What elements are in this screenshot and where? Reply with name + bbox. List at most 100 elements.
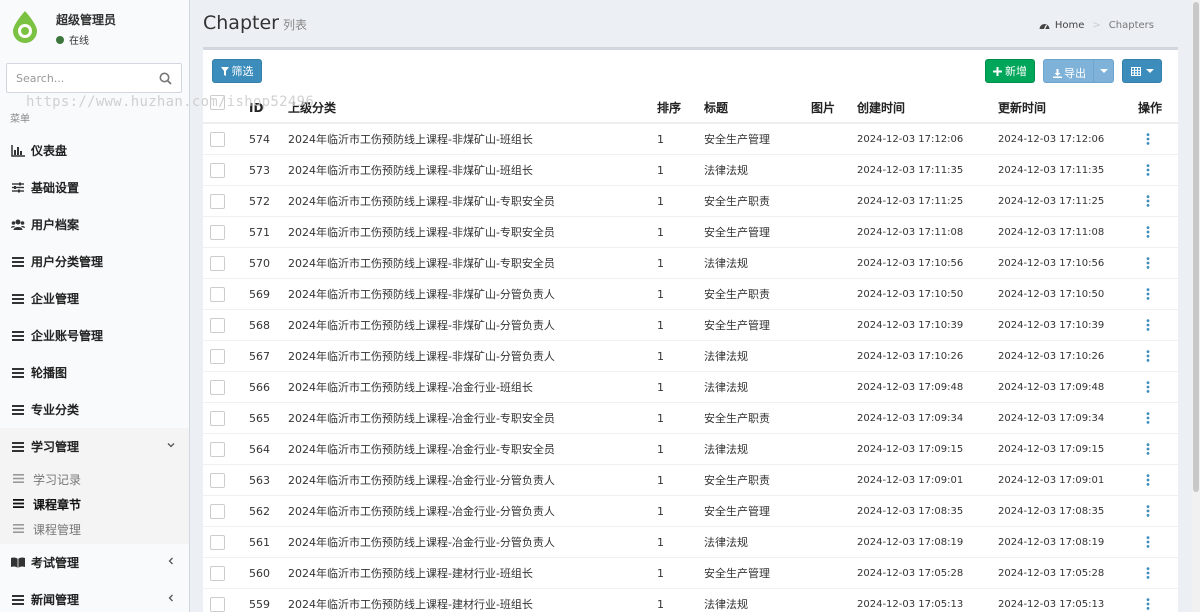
table-header-row: ID 上级分类 排序 标题 图片 创建时间 更新时间 操作 bbox=[203, 93, 1178, 124]
table-row[interactable]: 560 2024年临沂市工伤预防线上课程-建材行业-班组长 1 安全生产管理 2024-… bbox=[203, 558, 1178, 589]
row-checkbox[interactable] bbox=[210, 411, 225, 426]
row-checkbox[interactable] bbox=[210, 163, 225, 178]
sidebar-item-user-profiles[interactable]: 用户档案 bbox=[0, 206, 189, 243]
sidebar: 超级管理员 在线 菜单 仪表盘 基础设置 用户档案 用户分类管理 bbox=[0, 0, 190, 612]
more-options-icon[interactable] bbox=[1146, 195, 1150, 207]
sidebar-subitem-learning-records[interactable]: 学习记录 bbox=[0, 467, 189, 492]
more-options-icon[interactable] bbox=[1146, 133, 1150, 145]
more-options-icon[interactable] bbox=[1146, 412, 1150, 424]
more-options-icon[interactable] bbox=[1146, 536, 1150, 548]
table-row[interactable]: 573 2024年临沂市工伤预防线上课程-非煤矿山-班组长 1 法律法规 2024-12… bbox=[203, 155, 1178, 186]
add-button[interactable]: 新增 bbox=[985, 59, 1035, 83]
sidebar-item-enterprise[interactable]: 企业管理 bbox=[0, 280, 189, 317]
cell-title: 法律法规 bbox=[704, 350, 748, 363]
more-options-icon[interactable] bbox=[1146, 381, 1150, 393]
sidebar-item-dashboard[interactable]: 仪表盘 bbox=[0, 132, 189, 169]
column-header-sort[interactable]: 排序 bbox=[657, 93, 681, 124]
row-checkbox[interactable] bbox=[210, 287, 225, 302]
more-options-icon[interactable] bbox=[1146, 567, 1150, 579]
cell-id: 560 bbox=[249, 567, 270, 580]
row-checkbox[interactable] bbox=[210, 504, 225, 519]
add-button-label: 新增 bbox=[1005, 65, 1027, 78]
more-options-icon[interactable] bbox=[1146, 288, 1150, 300]
column-header-updated[interactable]: 更新时间 bbox=[998, 93, 1046, 124]
column-header-created[interactable]: 创建时间 bbox=[857, 93, 905, 124]
cell-created: 2024-12-03 17:10:50 bbox=[857, 289, 964, 300]
cell-updated: 2024-12-03 17:09:48 bbox=[998, 382, 1105, 393]
sidebar-item-basic-settings[interactable]: 基础设置 bbox=[0, 169, 189, 206]
table-row[interactable]: 563 2024年临沂市工伤预防线上课程-冶金行业-分管负责人 1 安全生产职责 202… bbox=[203, 465, 1178, 496]
page-title: Chapter 列表 bbox=[203, 12, 307, 34]
sidebar-item-news[interactable]: 新闻管理 bbox=[0, 581, 189, 612]
more-options-icon[interactable] bbox=[1146, 164, 1150, 176]
more-options-icon[interactable] bbox=[1146, 443, 1150, 455]
more-options-icon[interactable] bbox=[1146, 257, 1150, 269]
cell-title: 安全生产管理 bbox=[704, 567, 770, 580]
row-checkbox[interactable] bbox=[210, 535, 225, 550]
table-row[interactable]: 564 2024年临沂市工伤预防线上课程-冶金行业-专职安全员 1 法律法规 2024-… bbox=[203, 434, 1178, 465]
column-header-title[interactable]: 标题 bbox=[704, 93, 728, 124]
cell-sort: 1 bbox=[657, 536, 664, 549]
cell-title: 安全生产职责 bbox=[704, 195, 770, 208]
sidebar-item-learning[interactable]: 学习管理 bbox=[0, 428, 189, 465]
cell-title: 安全生产职责 bbox=[704, 474, 770, 487]
breadcrumb-home[interactable]: Home bbox=[1055, 20, 1085, 31]
bars-icon bbox=[13, 473, 25, 486]
table-row[interactable]: 568 2024年临沂市工伤预防线上课程-非煤矿山-分管负责人 1 安全生产管理 202… bbox=[203, 310, 1178, 341]
row-checkbox[interactable] bbox=[210, 349, 225, 364]
sidebar-item-enterprise-accounts[interactable]: 企业账号管理 bbox=[0, 317, 189, 354]
more-options-icon[interactable] bbox=[1146, 474, 1150, 486]
more-options-icon[interactable] bbox=[1146, 226, 1150, 238]
more-options-icon[interactable] bbox=[1146, 505, 1150, 517]
export-dropdown-toggle[interactable] bbox=[1093, 60, 1113, 82]
cell-parent: 2024年临沂市工伤预防线上课程-非煤矿山-专职安全员 bbox=[288, 226, 555, 239]
row-checkbox[interactable] bbox=[210, 256, 225, 271]
table-row[interactable]: 570 2024年临沂市工伤预防线上课程-非煤矿山-专职安全员 1 法律法规 2024-… bbox=[203, 248, 1178, 279]
cell-updated: 2024-12-03 17:10:26 bbox=[998, 351, 1105, 362]
table-row[interactable]: 565 2024年临沂市工伤预防线上课程-冶金行业-专职安全员 1 安全生产职责 202… bbox=[203, 403, 1178, 434]
table-row[interactable]: 572 2024年临沂市工伤预防线上课程-非煤矿山-专职安全员 1 安全生产职责 202… bbox=[203, 186, 1178, 217]
table-row[interactable]: 559 2024年临沂市工伤预防线上课程-建材行业-班组长 1 法律法规 2024-12… bbox=[203, 589, 1178, 612]
row-checkbox[interactable] bbox=[210, 194, 225, 209]
cell-id: 573 bbox=[249, 164, 270, 177]
columns-button[interactable] bbox=[1122, 59, 1162, 83]
more-options-icon[interactable] bbox=[1146, 350, 1150, 362]
page-scrollbar[interactable] bbox=[1192, 0, 1200, 612]
scrollbar-thumb[interactable] bbox=[1193, 2, 1199, 492]
table-row[interactable]: 561 2024年临沂市工伤预防线上课程-冶金行业-分管负责人 1 法律法规 2024-… bbox=[203, 527, 1178, 558]
export-button[interactable]: 导出 bbox=[1043, 59, 1114, 83]
cell-updated: 2024-12-03 17:09:34 bbox=[998, 413, 1105, 424]
menu-header: 菜单 bbox=[10, 114, 30, 125]
sidebar-item-user-categories[interactable]: 用户分类管理 bbox=[0, 243, 189, 280]
table-row[interactable]: 571 2024年临沂市工伤预防线上课程-非煤矿山-专职安全员 1 安全生产管理 202… bbox=[203, 217, 1178, 248]
row-checkbox[interactable] bbox=[210, 442, 225, 457]
row-checkbox[interactable] bbox=[210, 566, 225, 581]
more-options-icon[interactable] bbox=[1146, 319, 1150, 331]
breadcrumb-current: Chapters bbox=[1108, 20, 1154, 31]
more-options-icon[interactable] bbox=[1146, 598, 1150, 610]
row-checkbox[interactable] bbox=[210, 597, 225, 612]
table-row[interactable]: 566 2024年临沂市工伤预防线上课程-冶金行业-班组长 1 法律法规 2024-12… bbox=[203, 372, 1178, 403]
search-icon[interactable] bbox=[159, 72, 172, 85]
table-row[interactable]: 569 2024年临沂市工伤预防线上课程-非煤矿山-分管负责人 1 安全生产职责 202… bbox=[203, 279, 1178, 310]
sidebar-subitem-course-chapters[interactable]: 课程章节 bbox=[0, 492, 189, 517]
search-input[interactable] bbox=[7, 64, 147, 92]
sidebar-item-carousel[interactable]: 轮播图 bbox=[0, 354, 189, 391]
table-row[interactable]: 562 2024年临沂市工伤预防线上课程-冶金行业-分管负责人 1 安全生产管理 202… bbox=[203, 496, 1178, 527]
sliders-icon bbox=[11, 181, 25, 195]
table-row[interactable]: 574 2024年临沂市工伤预防线上课程-非煤矿山-班组长 1 安全生产管理 2024-… bbox=[203, 124, 1178, 155]
sidebar-item-exams[interactable]: 考试管理 bbox=[0, 544, 189, 581]
cell-sort: 1 bbox=[657, 319, 664, 332]
row-checkbox[interactable] bbox=[210, 132, 225, 147]
row-checkbox[interactable] bbox=[210, 473, 225, 488]
filter-button[interactable]: 筛选 bbox=[212, 59, 262, 83]
row-checkbox[interactable] bbox=[210, 380, 225, 395]
sidebar-subitem-course-management[interactable]: 课程管理 bbox=[0, 517, 189, 542]
row-checkbox[interactable] bbox=[210, 318, 225, 333]
sidebar-item-label: 企业账号管理 bbox=[31, 329, 104, 343]
sidebar-item-major-categories[interactable]: 专业分类 bbox=[0, 391, 189, 428]
table-row[interactable]: 567 2024年临沂市工伤预防线上课程-非煤矿山-分管负责人 1 法律法规 2024-… bbox=[203, 341, 1178, 372]
cell-title: 法律法规 bbox=[704, 381, 748, 394]
download-icon bbox=[1053, 68, 1062, 78]
row-checkbox[interactable] bbox=[210, 225, 225, 240]
